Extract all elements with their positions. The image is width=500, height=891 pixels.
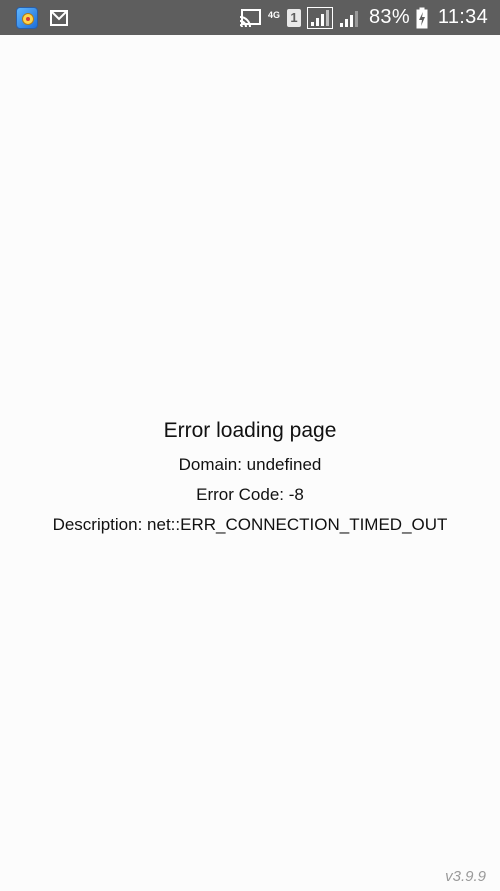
gmail-icon [50,10,68,26]
app-version: v3.9.9 [445,868,486,885]
system-icons: 4G 1 83% 11:34 [239,0,488,35]
signal-strength-sim2-icon [339,10,358,27]
error-message: Error loading page Domain: undefined Err… [0,412,500,540]
clock: 11:34 [437,6,488,28]
battery-charging-icon [416,7,428,28]
battery-percent: 83% [368,6,410,28]
status-bar: 4G 1 83% 11:34 [0,0,500,35]
app-notification-icon [16,7,38,29]
error-description: Description: net::ERR_CONNECTION_TIMED_O… [52,515,448,534]
network-type-label: 4G [267,10,280,20]
cast-icon [239,8,261,27]
error-domain: Domain: undefined [178,455,322,474]
sim-slot-badge: 1 [286,8,301,27]
error-title: Error loading page [163,419,337,442]
notification-icons [16,6,68,30]
error-code: Error Code: -8 [196,485,304,504]
signal-strength-icon [306,6,333,29]
